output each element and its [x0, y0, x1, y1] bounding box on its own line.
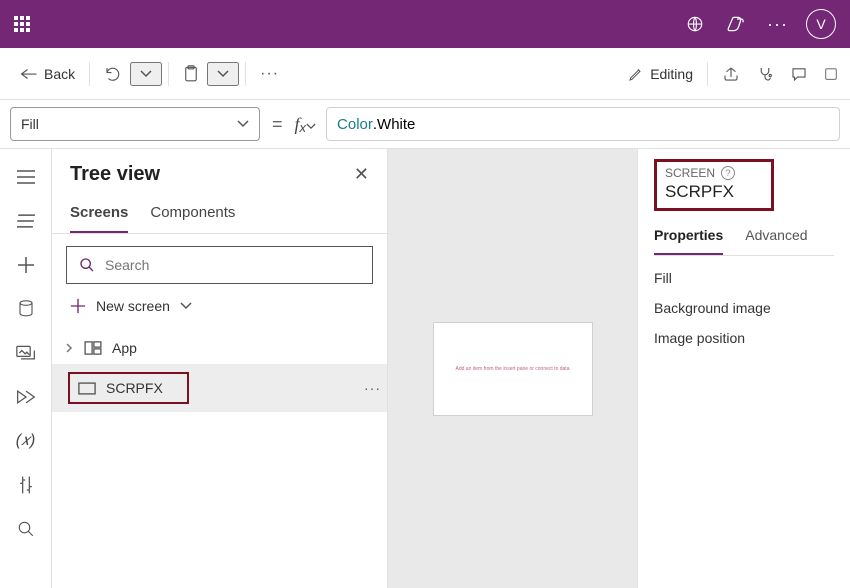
left-rail: (𝑥)	[0, 149, 52, 588]
paste-button[interactable]	[175, 59, 207, 89]
share-button[interactable]	[714, 59, 748, 89]
tab-properties[interactable]: Properties	[654, 221, 723, 255]
new-screen-button[interactable]: New screen	[66, 292, 373, 320]
tree-item-scrpfx[interactable]: SCRPFX ···	[52, 364, 387, 412]
header-more-icon[interactable]: ···	[767, 14, 788, 35]
object-name: SCRPFX	[665, 182, 735, 202]
prop-fill[interactable]: Fill	[654, 256, 834, 286]
equals-icon: =	[270, 114, 285, 135]
undo-button[interactable]	[96, 59, 130, 89]
variables-icon[interactable]: (𝑥)	[4, 421, 48, 461]
health-button[interactable]	[748, 59, 782, 89]
copilot-icon[interactable]	[725, 12, 749, 36]
search-icon[interactable]	[4, 509, 48, 549]
formula-bar: Fill = fx Color.White	[0, 100, 850, 148]
search-input[interactable]	[66, 246, 373, 284]
save-button[interactable]	[816, 59, 838, 89]
highlight-annotation: SCREEN ? SCRPFX	[654, 159, 774, 211]
power-automate-icon[interactable]	[4, 377, 48, 417]
comments-button[interactable]	[782, 59, 816, 89]
hamburger-icon[interactable]	[4, 157, 48, 197]
help-icon[interactable]: ?	[721, 166, 735, 180]
app-icon	[84, 341, 102, 355]
tools-icon[interactable]	[4, 465, 48, 505]
tree-view-icon[interactable]	[4, 201, 48, 241]
undo-dropdown[interactable]	[130, 62, 162, 86]
canvas[interactable]: Add an item from the insert pane or conn…	[388, 149, 638, 588]
main-area: (𝑥) Tree view ✕ Screens Components New s…	[0, 148, 850, 588]
globe-icon[interactable]	[683, 12, 707, 36]
screen-preview[interactable]: Add an item from the insert pane or conn…	[433, 322, 593, 416]
tree-item-more-icon[interactable]: ···	[364, 380, 381, 396]
search-field[interactable]	[105, 257, 360, 273]
screen-icon	[78, 382, 96, 395]
formula-input[interactable]: Color.White	[326, 107, 840, 141]
chevron-right-icon	[64, 343, 74, 353]
prop-image-position[interactable]: Image position	[654, 316, 834, 346]
properties-panel: SCREEN ? SCRPFX Properties Advanced Fill…	[638, 149, 850, 588]
tree-view-panel: Tree view ✕ Screens Components New scree…	[52, 149, 388, 588]
tree-item-label: SCRPFX	[106, 380, 163, 396]
app-header: ··· V	[0, 0, 850, 48]
close-icon[interactable]: ✕	[354, 164, 369, 185]
back-button[interactable]: Back	[12, 60, 83, 88]
formula-token-rest: .White	[373, 116, 416, 133]
chevron-down-icon	[180, 302, 192, 310]
editing-button[interactable]: Editing	[620, 60, 701, 88]
tree-title: Tree view	[70, 163, 160, 186]
plus-icon	[70, 298, 86, 314]
tab-components[interactable]: Components	[150, 198, 235, 233]
data-icon[interactable]	[4, 289, 48, 329]
highlight-annotation: SCRPFX	[68, 372, 189, 404]
tab-advanced[interactable]: Advanced	[745, 221, 807, 255]
tree-item-app[interactable]: App	[52, 332, 387, 364]
chevron-down-icon	[237, 120, 249, 128]
back-label: Back	[44, 66, 75, 82]
canvas-placeholder-text: Add an item from the insert pane or conn…	[456, 366, 570, 372]
property-dropdown-value: Fill	[21, 116, 39, 132]
paste-dropdown[interactable]	[207, 62, 239, 86]
tree-item-label: App	[112, 340, 137, 356]
new-screen-label: New screen	[96, 298, 170, 314]
object-type-label: SCREEN ?	[665, 166, 735, 180]
prop-background-image[interactable]: Background image	[654, 286, 834, 316]
media-icon[interactable]	[4, 333, 48, 373]
insert-icon[interactable]	[4, 245, 48, 285]
property-dropdown[interactable]: Fill	[10, 107, 260, 141]
avatar[interactable]: V	[806, 9, 836, 39]
search-icon	[79, 257, 95, 273]
command-bar: Back ··· Editing	[0, 48, 850, 100]
app-launcher-icon[interactable]	[14, 16, 30, 32]
tab-screens[interactable]: Screens	[70, 198, 128, 233]
editing-label: Editing	[650, 66, 693, 82]
cmdbar-more-icon[interactable]: ···	[252, 59, 287, 89]
fx-icon[interactable]: fx	[295, 114, 317, 135]
formula-token-color: Color	[337, 116, 373, 133]
